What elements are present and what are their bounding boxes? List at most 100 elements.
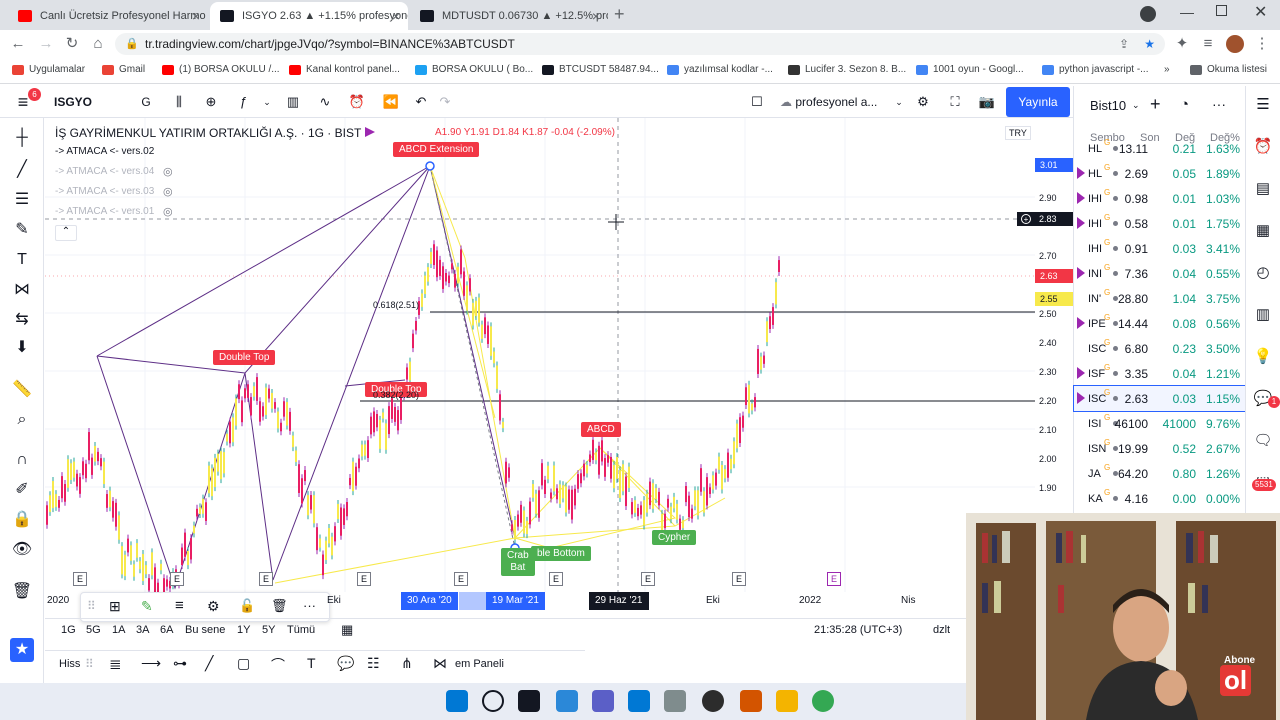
templates-icon[interactable]: ▥	[282, 92, 304, 112]
streams-icon[interactable]: 🗨	[1252, 430, 1274, 452]
screener-icon[interactable]: ◔	[1180, 96, 1189, 113]
path-icon[interactable]: ⌒	[271, 655, 285, 675]
watchlist-row[interactable]: ISI G 46100 41000 9.76%	[1074, 411, 1246, 436]
tab-search-icon[interactable]	[1140, 6, 1156, 22]
reading-list[interactable]: Okuma listesi	[1190, 64, 1267, 75]
horizontal-ray-icon[interactable]: ⟶	[141, 655, 161, 672]
interval-button[interactable]: G	[134, 92, 158, 112]
bookmarks-overflow[interactable]: »	[1164, 64, 1170, 75]
chevron-down-icon[interactable]: ⌄	[892, 92, 906, 112]
flag-icon[interactable]	[1077, 192, 1085, 204]
trendline-icon[interactable]: ╱	[205, 655, 213, 672]
flag-icon[interactable]	[1077, 217, 1085, 229]
bookmark-btcusdt[interactable]: BTCUSDT 58487.94...	[542, 64, 659, 75]
flag-icon[interactable]	[1077, 267, 1085, 279]
eye-off-icon[interactable]: ◎	[163, 185, 173, 198]
pitchfork-icon[interactable]: ⋔	[401, 655, 413, 672]
pattern-label[interactable]: ABCD Extension	[393, 142, 480, 157]
range-3m[interactable]: 3A	[136, 624, 149, 636]
earnings-marker[interactable]: E	[357, 572, 371, 586]
bookmark-1001-oyun[interactable]: 1001 oyun - Googl...	[916, 64, 1024, 75]
bottom-tab-screener[interactable]: Hiss	[59, 658, 80, 670]
bookmark-kanal-kontrol[interactable]: Kanal kontrol panel...	[289, 64, 400, 75]
browser-tab-3[interactable]: MDTUSDT 0.06730 ▲ +12.5% pro ×	[410, 2, 608, 30]
indicator-legend[interactable]: -> ATMACA <- vers.02	[55, 146, 154, 157]
range-1d[interactable]: 1G	[61, 624, 76, 636]
trendline-icon[interactable]: ╱	[10, 158, 34, 182]
pattern-icon[interactable]: ⋈	[10, 278, 34, 302]
indicator-legend[interactable]: -> ATMACA <- vers.03	[55, 186, 154, 197]
flag-icon[interactable]	[1077, 367, 1085, 379]
watchlist-row[interactable]: HL G 2.69 0.05 1.89%	[1074, 161, 1246, 186]
chevron-down-icon[interactable]: ⌄	[1132, 100, 1140, 111]
bookmark-gmail[interactable]: Gmail	[102, 64, 145, 75]
layout-name-button[interactable]: ☁ profesyonel a...	[780, 92, 900, 112]
app-icon[interactable]	[702, 690, 724, 712]
range-all[interactable]: Tümü	[287, 624, 315, 636]
word-icon[interactable]	[628, 690, 650, 712]
eye-off-icon[interactable]: ◎	[163, 205, 173, 218]
bookmark-twitter[interactable]: BORSA OKULU ( Bo...	[415, 64, 533, 75]
zoom-icon[interactable]: ⌕	[10, 408, 34, 432]
window-close-icon[interactable]: ✕	[1254, 2, 1267, 22]
close-icon[interactable]: ×	[192, 8, 200, 24]
minimize-icon[interactable]: —	[1180, 4, 1194, 20]
calendar-icon[interactable]: ▦	[1252, 220, 1274, 242]
scale-mode[interactable]: dzlt	[933, 624, 950, 636]
drag-handle-icon[interactable]: ⠿	[85, 657, 94, 671]
extensions-icon[interactable]: ✦	[1172, 34, 1192, 54]
forward-icon[interactable]: →	[36, 34, 56, 54]
redo-icon[interactable]: ↷	[434, 92, 456, 112]
watchlist-row[interactable]: IN' G 28.80 1.04 3.75%	[1074, 286, 1246, 311]
replay-icon[interactable]: ⏪	[380, 92, 402, 112]
new-tab-button[interactable]: +	[614, 4, 625, 25]
hotlist-icon[interactable]: ◴	[1252, 262, 1274, 284]
prediction-icon[interactable]: ⇆	[10, 308, 34, 332]
rectangle-icon[interactable]: ▢	[237, 655, 250, 672]
flag-icon[interactable]	[1077, 317, 1085, 329]
explorer-icon[interactable]	[776, 690, 798, 712]
home-icon[interactable]: ⌂	[88, 34, 108, 54]
bookmark-borsa-okulu[interactable]: (1) BORSA OKULU /...	[162, 64, 280, 75]
calculator-icon[interactable]	[664, 690, 686, 712]
star-icon[interactable]: ★	[10, 638, 34, 662]
earnings-marker[interactable]: E	[259, 572, 273, 586]
publish-button[interactable]: Yayınla	[1006, 87, 1070, 117]
pattern-label[interactable]: Cypher	[652, 530, 697, 545]
ideas-icon[interactable]: 💡	[1252, 346, 1274, 368]
widgets-icon[interactable]	[556, 690, 578, 712]
bookmark-star-icon[interactable]: ★	[1144, 33, 1155, 55]
watchlist-row[interactable]: IHI G 0.91 0.03 3.41%	[1074, 236, 1246, 261]
crosshair-icon[interactable]: ┼	[10, 126, 34, 150]
watchlist-title[interactable]: Bist10	[1090, 98, 1126, 113]
search-icon[interactable]	[482, 690, 504, 712]
share-icon[interactable]: ⇪	[1119, 33, 1129, 55]
bottom-tab-trading-panel[interactable]: em Paneli	[455, 658, 504, 670]
range-1m[interactable]: 1A	[112, 624, 125, 636]
eye-icon[interactable]: 👁	[10, 538, 34, 562]
range-5d[interactable]: 5G	[86, 624, 101, 636]
close-icon[interactable]: ×	[592, 8, 600, 24]
alarm-icon[interactable]: ⏰	[1252, 136, 1274, 158]
pattern-label[interactable]: Crab Bat	[501, 548, 535, 576]
maximize-icon[interactable]	[1216, 5, 1227, 16]
undo-icon[interactable]: ↶	[410, 92, 432, 112]
browser-tab-1[interactable]: Canlı Ücretsiz Profesyonel Harmo ×	[8, 2, 208, 30]
lock-icon[interactable]: 🔒	[10, 508, 34, 532]
indicators-icon[interactable]: ƒ	[232, 92, 254, 112]
collapse-legend-icon[interactable]: ⌃	[55, 225, 77, 241]
time-axis[interactable]: 2020 Eki 30 Ara '20 19 Mar '21 29 Haz '2…	[45, 592, 1035, 610]
watchlist-row[interactable]: INI G 7.36 0.04 0.55%	[1074, 261, 1246, 286]
brush-icon[interactable]: ✎	[10, 218, 34, 242]
layout-icon[interactable]: ☐	[746, 92, 768, 112]
pattern-label[interactable]: ble Bottom	[531, 546, 591, 561]
point-handle[interactable]	[425, 161, 435, 171]
watchlist-row[interactable]: IPE G 14.44 0.08 0.56%	[1074, 311, 1246, 336]
media-icon[interactable]: ≡	[1198, 34, 1218, 54]
compare-icon[interactable]: ∿	[314, 92, 336, 112]
add-symbol-icon[interactable]: +	[1150, 94, 1161, 115]
chart-legend-title[interactable]: İŞ GAYRİMENKUL YATIRIM ORTAKLIĞI A.Ş. · …	[55, 126, 361, 140]
indicator-legend[interactable]: -> ATMACA <- vers.04	[55, 166, 154, 177]
data-window-icon[interactable]: ▤	[1252, 178, 1274, 200]
watchlist-icon[interactable]: ☰	[1252, 94, 1274, 116]
